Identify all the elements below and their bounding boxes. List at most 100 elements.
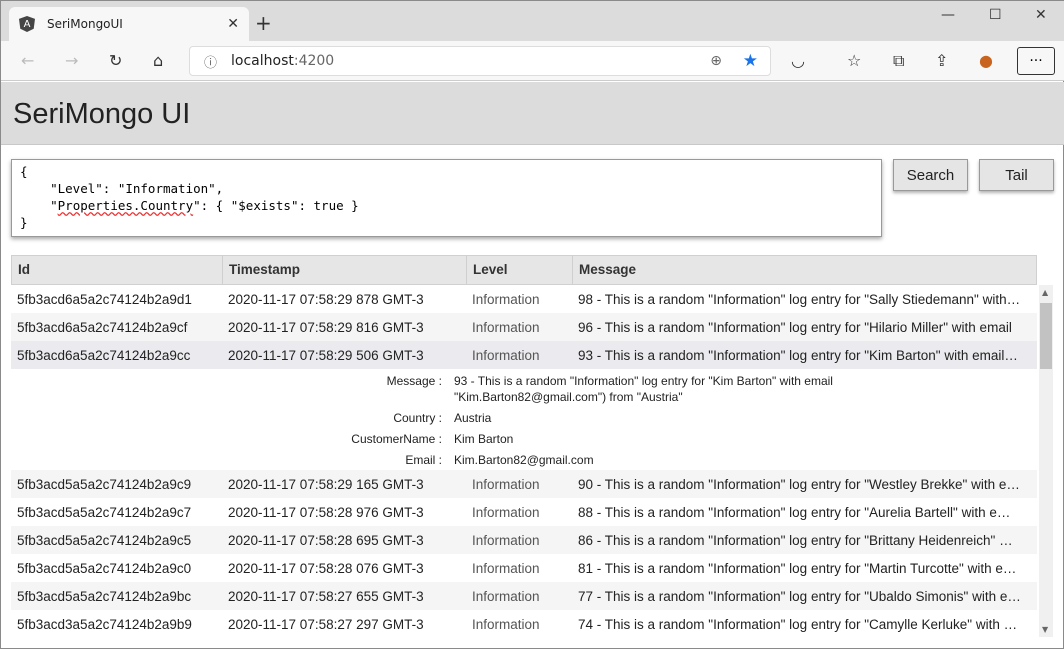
grid-scrollbar[interactable]: ▲ ▼ <box>1039 285 1053 637</box>
forward-icon[interactable]: → <box>65 51 78 70</box>
url-host: localhost <box>231 53 294 69</box>
detail-property: Country : Austria <box>11 410 1037 426</box>
tail-button[interactable]: Tail <box>979 159 1054 191</box>
info-icon[interactable]: ⓘ <box>204 52 217 71</box>
table-row[interactable]: 5fb3acd6a5a2c74124b2a9cf 2020-11-17 07:58… <box>11 313 1037 341</box>
minimize-icon[interactable]: — <box>941 7 955 23</box>
cell-level: Information <box>472 616 540 632</box>
cell-id: 5fb3acd5a5a2c74124b2a9c0 <box>17 560 192 576</box>
close-window-icon[interactable]: ✕ <box>1035 7 1047 23</box>
scroll-down-icon[interactable]: ▼ <box>1042 625 1048 634</box>
zoom-icon[interactable]: ⊕ <box>710 53 722 69</box>
cell-id: 5fb3acd6a5a2c74124b2a9cc <box>17 347 191 363</box>
angular-icon: A <box>19 16 35 32</box>
maximize-icon[interactable]: ☐ <box>989 7 1002 23</box>
table-row[interactable]: 5fb3acd5a5a2c74124b2a9c9 2020-11-17 07:58… <box>11 470 1037 498</box>
address-toolbar: ← → ↻ ⌂ ⓘ localhost:4200 ⊕ ★ ◡ ☆ ⧉ ⇪ ● ·… <box>1 41 1064 81</box>
row-detail-panel: Message : 93 - This is a random "Informat… <box>11 369 1037 470</box>
browser-tab[interactable]: A SeriMongoUI ✕ <box>9 7 249 41</box>
query-line: " <box>20 198 58 213</box>
favorites-icon[interactable]: ☆ <box>847 51 861 70</box>
detail-key: Country : <box>393 411 442 425</box>
pocket-icon[interactable]: ◡ <box>791 51 805 70</box>
cell-message: 93 - This is a random "Information" log … <box>578 347 1027 363</box>
column-header-id[interactable]: Id <box>12 256 223 284</box>
detail-property: Message : 93 - This is a random "Informat… <box>11 373 1037 405</box>
search-button[interactable]: Search <box>893 159 968 191</box>
query-line: } <box>20 215 28 230</box>
cell-timestamp: 2020-11-17 07:58:28 076 GMT-3 <box>228 560 424 576</box>
table-row[interactable]: 5fb3acd5a5a2c74124b2a9c0 2020-11-17 07:58… <box>11 554 1037 582</box>
cell-timestamp: 2020-11-17 07:58:27 297 GMT-3 <box>228 616 424 632</box>
tab-title: SeriMongoUI <box>47 17 123 31</box>
cell-level: Information <box>472 504 540 520</box>
cell-message: 96 - This is a random "Information" log … <box>578 319 1012 335</box>
scrollbar-thumb[interactable] <box>1040 303 1052 369</box>
refresh-icon[interactable]: ↻ <box>109 51 122 70</box>
column-header-timestamp[interactable]: Timestamp <box>223 256 467 284</box>
cell-timestamp: 2020-11-17 07:58:27 655 GMT-3 <box>228 588 424 604</box>
query-line: ": { "$exists": true } <box>193 198 359 213</box>
cell-message: 98 - This is a random "Information" log … <box>578 291 1027 307</box>
detail-value: Kim Barton <box>454 432 514 446</box>
app-header: SeriMongo UI <box>1 82 1064 145</box>
detail-value: Austria <box>454 411 492 425</box>
table-row[interactable]: 5fb3acd6a5a2c74124b2a9cc 2020-11-17 07:58… <box>11 341 1037 369</box>
column-header-message[interactable]: Message <box>573 256 1028 284</box>
cell-id: 5fb3acd3a5a2c74124b2a9b9 <box>17 616 192 632</box>
cell-level: Information <box>472 588 540 604</box>
detail-key: CustomerName : <box>351 432 442 446</box>
query-line: { <box>20 164 28 179</box>
cell-timestamp: 2020-11-17 07:58:28 976 GMT-3 <box>228 504 424 520</box>
cell-level: Information <box>472 347 540 363</box>
detail-value: 93 - This is a random "Information" log … <box>454 374 833 404</box>
cell-level: Information <box>472 476 540 492</box>
new-tab-icon[interactable]: + <box>255 11 272 35</box>
table-row[interactable]: 5fb3acd6a5a2c74124b2a9d1 2020-11-17 07:58… <box>11 285 1037 313</box>
collections-icon[interactable]: ⧉ <box>893 51 904 71</box>
close-tab-icon[interactable]: ✕ <box>227 16 239 32</box>
cell-message: 90 - This is a random "Information" log … <box>578 476 1027 492</box>
cell-timestamp: 2020-11-17 07:58:29 506 GMT-3 <box>228 347 424 363</box>
cell-message: 81 - This is a random "Information" log … <box>578 560 1027 576</box>
cell-id: 5fb3acd5a5a2c74124b2a9c9 <box>17 476 192 492</box>
query-line: "Level": "Information", <box>20 181 224 196</box>
query-textarea[interactable]: { "Level": "Information", "Properties.Co… <box>11 159 882 237</box>
table-row[interactable]: 5fb3acd5a5a2c74124b2a9c5 2020-11-17 07:58… <box>11 526 1037 554</box>
scroll-up-icon[interactable]: ▲ <box>1042 288 1048 297</box>
table-row[interactable]: 5fb3acd5a5a2c74124b2a9bc 2020-11-17 07:58… <box>11 582 1037 610</box>
detail-key: Email : <box>405 453 442 467</box>
address-input[interactable]: ⓘ localhost:4200 ⊕ ★ <box>189 46 771 76</box>
detail-value: Kim.Barton82@gmail.com <box>454 453 594 467</box>
cell-id: 5fb3acd5a5a2c74124b2a9bc <box>17 588 192 604</box>
profile-avatar-icon[interactable]: ● <box>979 51 993 70</box>
column-header-level[interactable]: Level <box>467 256 573 284</box>
cell-id: 5fb3acd5a5a2c74124b2a9c7 <box>17 504 192 520</box>
cell-id: 5fb3acd5a5a2c74124b2a9c5 <box>17 532 192 548</box>
cell-message: 86 - This is a random "Information" log … <box>578 532 1024 548</box>
table-row[interactable]: 5fb3acd5a5a2c74124b2a9c7 2020-11-17 07:58… <box>11 498 1037 526</box>
detail-property: Email : Kim.Barton82@gmail.com <box>11 452 1037 468</box>
cell-timestamp: 2020-11-17 07:58:29 816 GMT-3 <box>228 319 424 335</box>
table-row[interactable]: 5fb3acd3a5a2c74124b2a9b9 2020-11-17 07:58… <box>11 610 1037 638</box>
log-grid: Id Timestamp Level Message 5fb3acd6a5a2c… <box>11 255 1037 638</box>
cell-timestamp: 2020-11-17 07:58:29 165 GMT-3 <box>228 476 424 492</box>
cell-id: 5fb3acd6a5a2c74124b2a9cf <box>17 319 188 335</box>
cell-level: Information <box>472 291 540 307</box>
cell-message: 88 - This is a random "Information" log … <box>578 504 1022 520</box>
detail-key: Message : <box>386 374 442 388</box>
cell-level: Information <box>472 532 540 548</box>
cell-level: Information <box>472 560 540 576</box>
back-icon[interactable]: ← <box>21 51 34 70</box>
browser-tab-bar: A SeriMongoUI ✕ + — ☐ ✕ <box>1 1 1064 41</box>
share-icon[interactable]: ⇪ <box>935 51 948 70</box>
query-spellcheck-word: Properties.Country <box>57 198 194 213</box>
cell-timestamp: 2020-11-17 07:58:29 878 GMT-3 <box>228 291 424 307</box>
favorite-star-icon[interactable]: ★ <box>743 51 758 71</box>
app-title: SeriMongo UI <box>13 98 191 130</box>
home-icon[interactable]: ⌂ <box>153 51 163 70</box>
url-port: :4200 <box>293 53 335 69</box>
more-menu-icon[interactable]: ··· <box>1017 47 1055 75</box>
grid-header: Id Timestamp Level Message <box>11 255 1037 285</box>
cell-message: 74 - This is a random "Information" log … <box>578 616 1027 632</box>
